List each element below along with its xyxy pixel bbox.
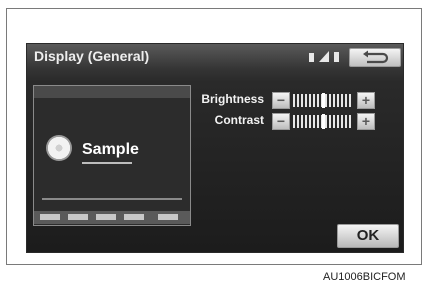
preview-status-bar xyxy=(34,86,190,98)
preview-sample-text: Sample xyxy=(82,141,139,158)
title-bar: Display (General) xyxy=(27,44,403,70)
preview-control-bar xyxy=(34,211,190,224)
display-preview: Sample xyxy=(33,85,191,226)
signal-icon xyxy=(319,51,329,62)
page-title: Display (General) xyxy=(34,48,150,64)
contrast-increase-button[interactable]: + xyxy=(357,113,375,130)
figure-code: AU1006BICFOM xyxy=(323,271,406,283)
brightness-decrease-button[interactable]: − xyxy=(272,92,290,109)
contrast-decrease-button[interactable]: − xyxy=(272,113,290,130)
ok-button[interactable]: OK xyxy=(337,224,399,248)
brightness-scale xyxy=(293,93,353,108)
contrast-label: Contrast xyxy=(214,113,264,127)
preview-track-line xyxy=(82,162,132,164)
back-arrow-icon xyxy=(363,50,389,64)
back-button[interactable] xyxy=(349,48,401,67)
cd-icon xyxy=(46,135,72,161)
brightness-increase-button[interactable]: + xyxy=(357,92,375,109)
display-screen: Display (General) Sample Brightness − + … xyxy=(26,43,404,253)
preview-progress-bar xyxy=(42,198,182,200)
contrast-scale xyxy=(293,114,353,129)
phone-icon xyxy=(334,52,339,62)
brightness-label: Brightness xyxy=(201,92,264,106)
battery-icon xyxy=(309,53,314,62)
